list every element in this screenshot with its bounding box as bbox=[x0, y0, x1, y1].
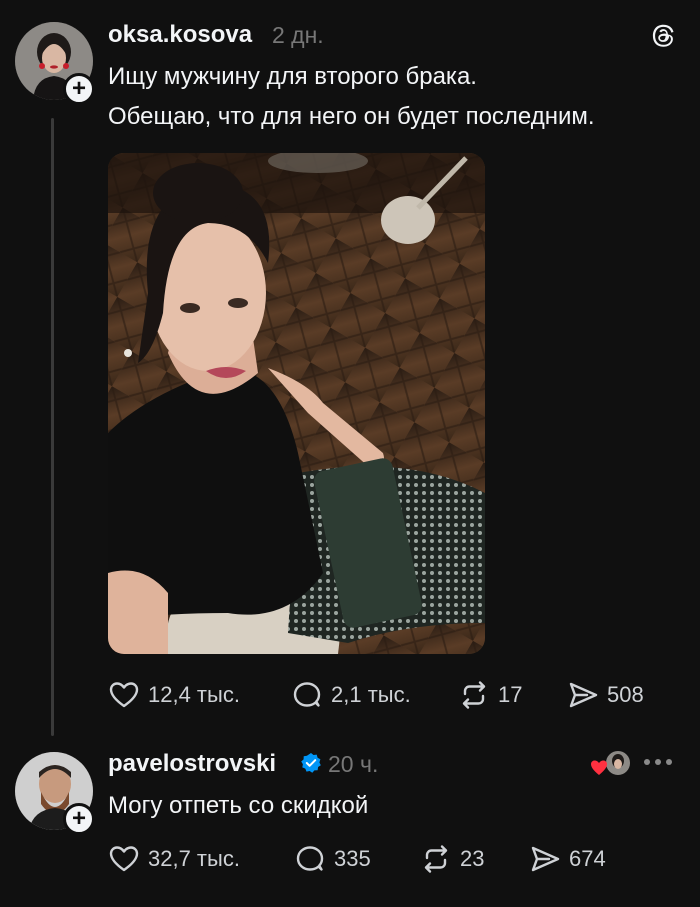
reply-repost-button[interactable]: 23 bbox=[420, 843, 484, 875]
post-like-count: 12,4 тыс. bbox=[148, 682, 240, 707]
post-repost-button[interactable]: 17 bbox=[458, 679, 522, 711]
reply-repost-count: 23 bbox=[460, 846, 485, 871]
post-text-line-2: Обещаю, что для него он будет последним. bbox=[108, 103, 595, 130]
threads-logo-icon[interactable] bbox=[647, 21, 677, 51]
heart-icon bbox=[109, 682, 139, 708]
heart-icon bbox=[109, 846, 139, 872]
thread-connector-line bbox=[51, 118, 54, 736]
liked-by-author-icon bbox=[591, 749, 632, 777]
reply-reply-count: 335 bbox=[334, 846, 371, 871]
post-share-button[interactable]: 508 bbox=[567, 679, 644, 711]
follow-plus-icon[interactable]: + bbox=[63, 73, 95, 105]
paper-plane-icon bbox=[531, 846, 560, 872]
speech-bubble-icon bbox=[296, 846, 324, 871]
post-timestamp: 2 дн. bbox=[272, 22, 324, 48]
repost-icon bbox=[462, 681, 486, 709]
post-text-line-1: Ищу мужчину для второго брака. bbox=[108, 63, 477, 90]
follow-plus-icon[interactable]: + bbox=[63, 803, 95, 835]
reply-share-count: 674 bbox=[569, 846, 606, 871]
reply-like-button[interactable]: 32,7 тыс. bbox=[108, 843, 240, 875]
more-icon[interactable] bbox=[644, 752, 678, 772]
post-photo-image bbox=[108, 153, 485, 654]
reply-like-count: 32,7 тыс. bbox=[148, 846, 240, 871]
post-like-button[interactable]: 12,4 тыс. bbox=[108, 679, 240, 711]
verified-badge-icon bbox=[301, 753, 321, 773]
reply-author-username[interactable]: pavelostrovski bbox=[108, 750, 276, 778]
reply-text: Могу отпеть со скидкой bbox=[108, 792, 369, 819]
reply-timestamp: 20 ч. bbox=[328, 751, 379, 777]
speech-bubble-icon bbox=[293, 682, 321, 707]
post-photo[interactable] bbox=[108, 153, 485, 654]
reply-share-button[interactable]: 674 bbox=[529, 843, 606, 875]
post-reply-count: 2,1 тыс. bbox=[331, 682, 411, 707]
post-author-username[interactable]: oksa.kosova bbox=[108, 21, 252, 49]
threads-post-view: + oksa.kosova 2 дн. Ищу мужчину для втор… bbox=[0, 0, 700, 907]
reply-reply-button[interactable]: 335 bbox=[294, 843, 371, 875]
paper-plane-icon bbox=[569, 682, 598, 708]
post-share-count: 508 bbox=[607, 682, 644, 707]
post-reply-button[interactable]: 2,1 тыс. bbox=[291, 679, 411, 711]
repost-icon bbox=[424, 845, 448, 873]
liked-by-author-indicator bbox=[590, 747, 634, 779]
post-repost-count: 17 bbox=[498, 682, 523, 707]
